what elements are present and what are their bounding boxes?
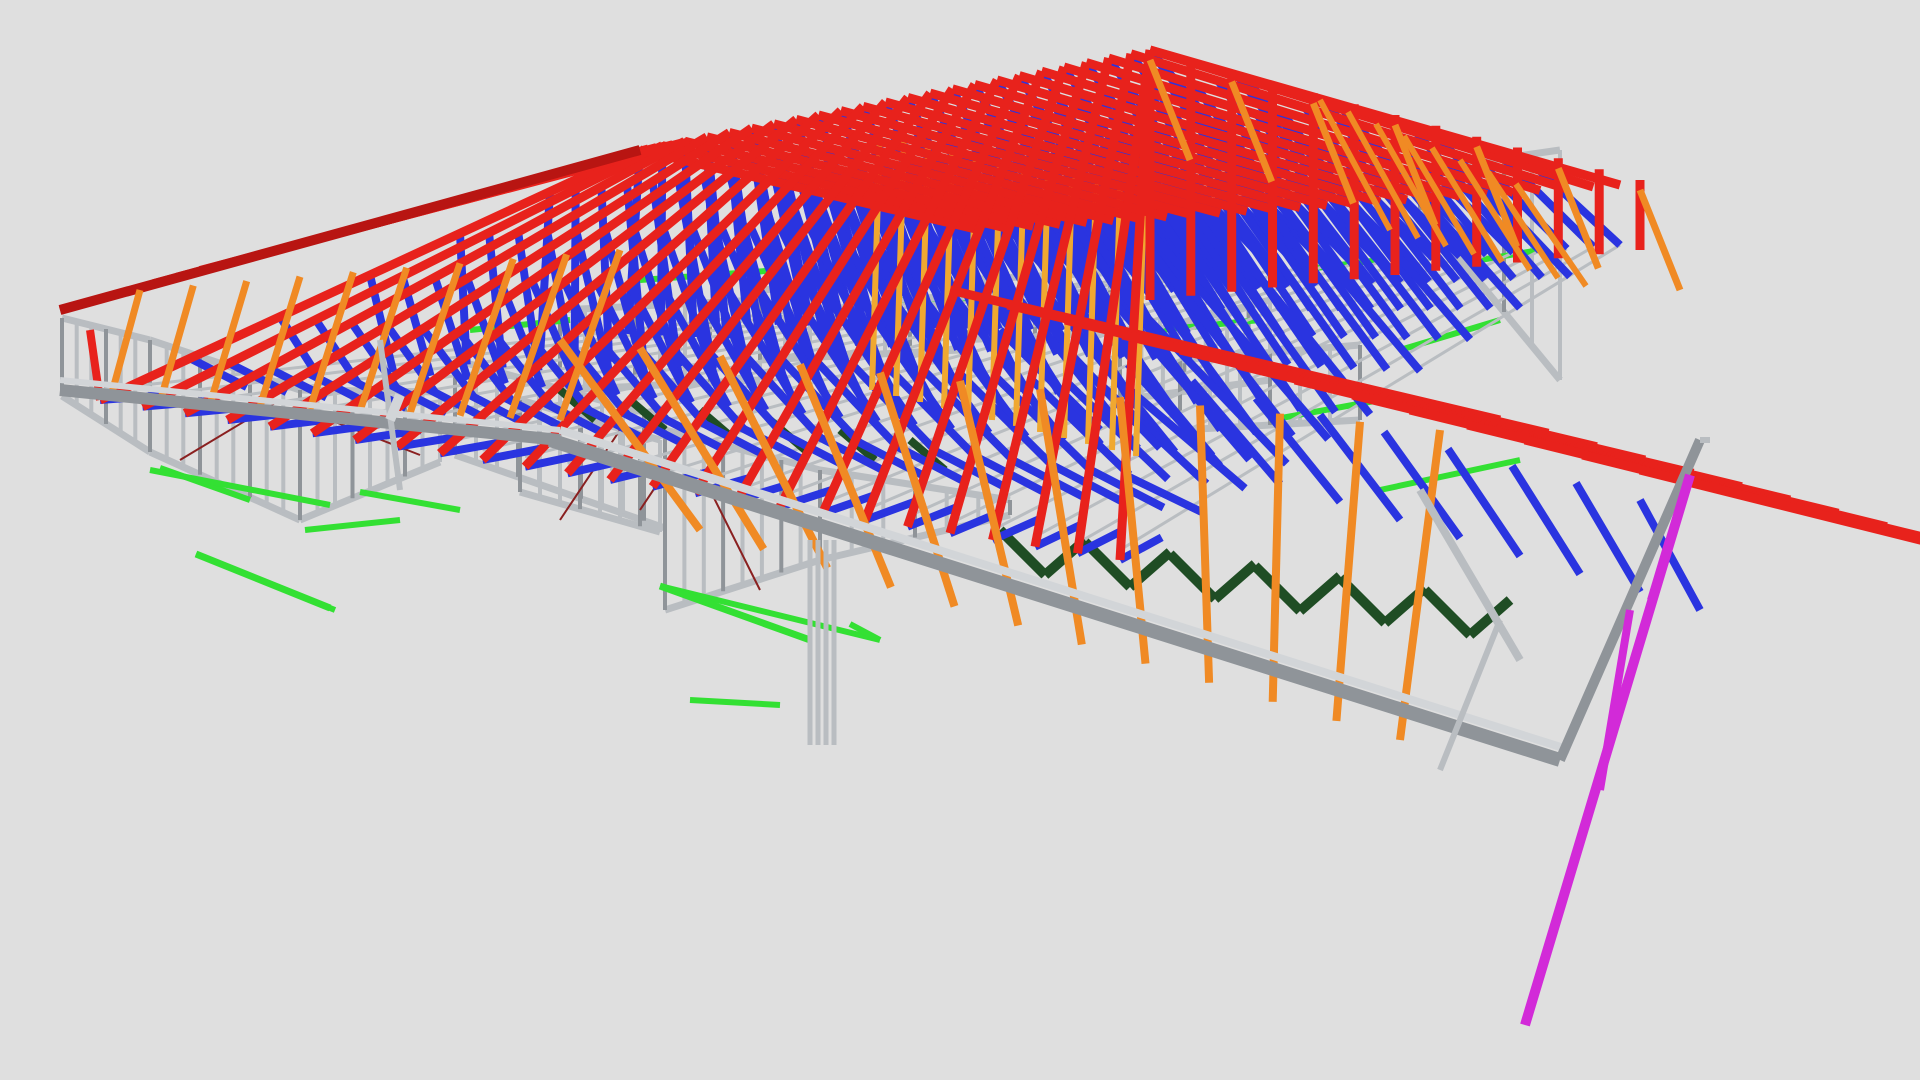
green-nogging-left [194, 550, 332, 612]
verandah-truss-chord [1581, 450, 1920, 544]
green-nogging [149, 467, 331, 508]
verandah-web [1508, 463, 1584, 577]
jack-rafter [1636, 188, 1684, 292]
verandah-bottom-web [1296, 572, 1344, 615]
green-nogging [304, 517, 401, 533]
green-nogging [1379, 457, 1521, 493]
verandah-web [1572, 480, 1644, 595]
truss-web [1118, 533, 1164, 564]
3d-model-viewport[interactable] [0, 0, 1920, 1080]
verandah-strut [1437, 618, 1503, 772]
steel-roof-truss-model [58, 45, 1920, 1027]
verandah-bottom-web [1211, 560, 1259, 603]
verandah-bottom-web [1421, 586, 1474, 639]
green-nogging [359, 489, 461, 513]
green-nogging-garage [658, 582, 812, 644]
green-nogging [659, 583, 881, 643]
green-nogging [689, 697, 781, 708]
green-nogging [1399, 317, 1501, 353]
